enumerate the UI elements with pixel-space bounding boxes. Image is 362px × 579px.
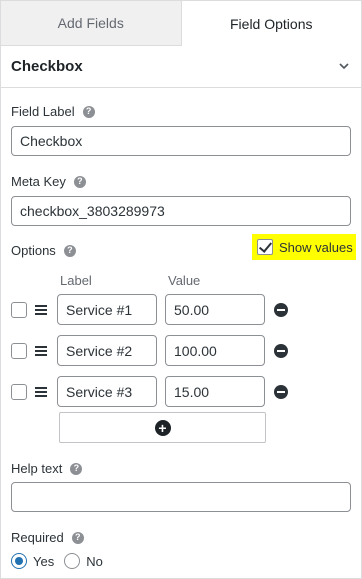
options-label: Options — [11, 243, 56, 258]
help-text-input[interactable] — [11, 482, 351, 512]
minus-circle-icon[interactable] — [274, 302, 288, 317]
field-label-input[interactable]: Checkbox — [11, 126, 351, 156]
question-circle-icon[interactable]: ? — [70, 462, 83, 475]
show-values-label: Show values — [279, 239, 353, 255]
option-value-input[interactable]: 50.00 — [165, 294, 265, 325]
option-default-checkbox[interactable] — [11, 342, 27, 359]
chevron-down-icon[interactable] — [337, 60, 351, 74]
option-default-checkbox[interactable] — [11, 383, 27, 400]
minus-circle-icon[interactable] — [274, 384, 288, 399]
required-radio-group: Yes No — [11, 553, 103, 569]
tab-bar: Add Fields Field Options — [1, 0, 361, 46]
section-header[interactable]: Checkbox — [1, 46, 361, 88]
required-group: Required ? — [11, 530, 351, 545]
plus-circle-icon: + — [154, 419, 171, 436]
section-title: Checkbox — [11, 58, 83, 75]
question-circle-icon[interactable]: ? — [63, 244, 76, 257]
meta-key-label: Meta Key — [11, 174, 66, 189]
option-row: Service #3 15.00 — [11, 376, 288, 407]
add-option-button[interactable]: + — [59, 412, 266, 443]
option-default-checkbox[interactable] — [11, 301, 27, 318]
help-text-group: Help text ? — [11, 461, 351, 476]
field-label-label: Field Label — [11, 104, 75, 119]
drag-handle-icon[interactable] — [35, 304, 47, 316]
field-label-group: Field Label ? — [11, 104, 351, 119]
minus-circle-icon[interactable] — [274, 343, 288, 358]
option-label-input[interactable]: Service #3 — [57, 376, 157, 407]
option-row: Service #2 100.00 — [11, 335, 288, 366]
tab-add-fields[interactable]: Add Fields — [1, 1, 182, 46]
meta-key-input[interactable]: checkbox_3803289973 — [11, 196, 351, 226]
option-label-input[interactable]: Service #2 — [57, 335, 157, 366]
question-circle-icon[interactable]: ? — [82, 105, 95, 118]
field-options-panel: Add Fields Field Options Checkbox Field … — [0, 0, 362, 579]
show-values-toggle[interactable]: Show values — [252, 234, 356, 260]
option-value-input[interactable]: 100.00 — [165, 335, 265, 366]
options-column-value: Value — [168, 273, 201, 288]
show-values-checkbox[interactable] — [257, 239, 273, 255]
options-column-label: Label — [60, 273, 92, 288]
required-label: Required — [11, 530, 64, 545]
required-yes-radio[interactable] — [11, 553, 27, 569]
question-circle-icon[interactable]: ? — [71, 531, 84, 544]
required-no-radio[interactable] — [64, 553, 81, 569]
tab-field-options[interactable]: Field Options — [181, 1, 361, 46]
meta-key-group: Meta Key ? — [11, 174, 351, 189]
drag-handle-icon[interactable] — [35, 386, 47, 398]
option-label-input[interactable]: Service #1 — [57, 294, 157, 325]
option-value-input[interactable]: 15.00 — [165, 376, 265, 407]
option-row: Service #1 50.00 — [11, 294, 288, 325]
required-no-label[interactable]: No — [86, 554, 103, 569]
drag-handle-icon[interactable] — [35, 345, 47, 357]
required-yes-label[interactable]: Yes — [33, 554, 54, 569]
help-text-label: Help text — [11, 461, 63, 476]
question-circle-icon[interactable]: ? — [73, 175, 86, 188]
